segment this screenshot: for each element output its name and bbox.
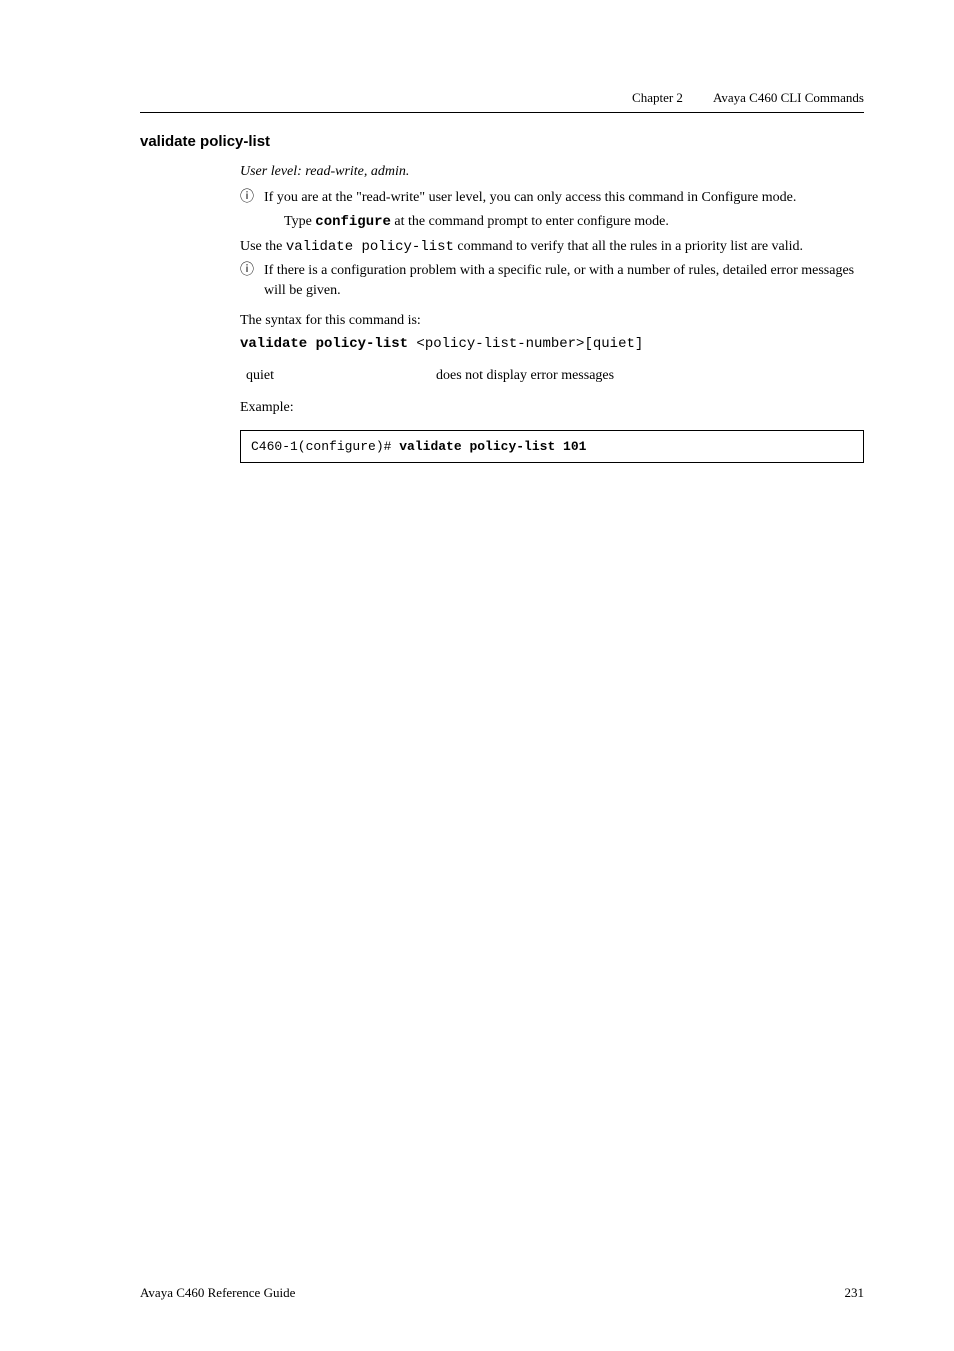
footer-guide: Avaya C460 Reference Guide (140, 1285, 295, 1301)
example-label: Example: (240, 400, 864, 416)
configure-cmd: configure (315, 214, 391, 230)
info-icon: ⓘ (240, 188, 254, 208)
content-block: User level: read-write, admin. ⓘ If you … (240, 164, 864, 463)
param-name: quiet (246, 368, 436, 384)
usage-prefix: Use the (240, 239, 286, 254)
info-icon: ⓘ (240, 261, 254, 281)
syntax-rest: <policy-list-number>[quiet] (408, 336, 643, 352)
page-header: Chapter 2 Avaya C460 CLI Commands (140, 90, 864, 113)
code-prefix: C460-1(configure)# (251, 439, 399, 454)
info-item-1: ⓘ If you are at the "read-write" user le… (240, 188, 864, 208)
user-level: User level: read-write, admin. (240, 164, 864, 180)
info-item-2: ⓘ If there is a configuration problem wi… (240, 261, 864, 302)
usage-suffix: command to verify that all the rules in … (454, 239, 803, 254)
syntax-label: The syntax for this command is: (240, 311, 864, 331)
info-text-2: If there is a configuration problem with… (264, 261, 864, 302)
chapter-name: Avaya C460 CLI Commands (713, 90, 864, 106)
code-bold: validate policy-list 101 (399, 439, 586, 454)
usage-text: Use the validate policy-list command to … (240, 237, 864, 257)
code-box: C460-1(configure)# validate policy-list … (240, 430, 864, 463)
param-row: quiet does not display error messages (246, 368, 864, 384)
usage-cmd: validate policy-list (286, 239, 454, 255)
info-sub-prefix: Type (284, 214, 315, 229)
chapter-label: Chapter 2 (632, 90, 683, 106)
footer-page: 231 (845, 1285, 865, 1301)
param-desc: does not display error messages (436, 368, 864, 384)
syntax-bold: validate policy-list (240, 336, 408, 352)
info-sub-suffix: at the command prompt to enter configure… (391, 214, 669, 229)
syntax-line: validate policy-list <policy-list-number… (240, 336, 864, 352)
info-subline: Type configure at the command prompt to … (284, 212, 864, 232)
page-footer: Avaya C460 Reference Guide 231 (140, 1285, 864, 1301)
section-title: validate policy-list (140, 133, 864, 150)
info-text-1: If you are at the "read-write" user leve… (264, 188, 796, 208)
